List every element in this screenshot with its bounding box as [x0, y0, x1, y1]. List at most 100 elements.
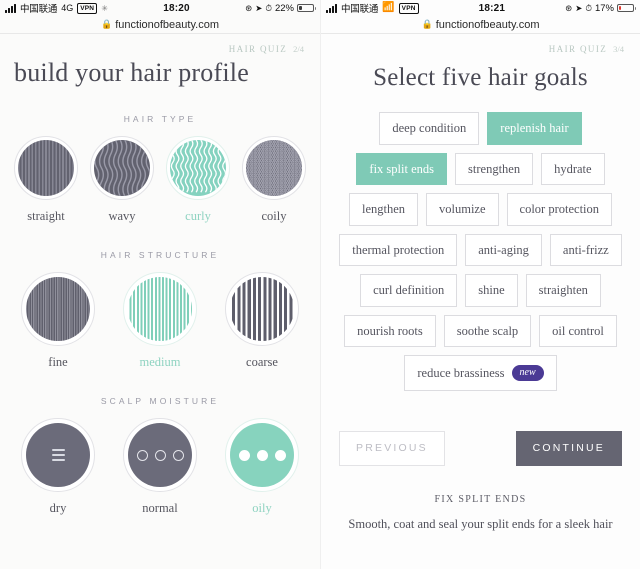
page-content-right: HAIR QUIZ 3/4 Select five hair goals dee… — [321, 34, 640, 569]
filled-dot-1 — [238, 449, 250, 461]
option-group-hair-type: straight wavy curly coily — [14, 136, 306, 224]
goal-chip-reduce-brassiness[interactable]: reduce brassiness new — [404, 355, 557, 391]
status-bar-left: 中国联通 4G VPN ✳ 18:20 ⊛ ➤ ⏱ 22% — [0, 0, 320, 16]
new-badge: new — [511, 365, 544, 381]
goal-chip-shine[interactable]: shine — [465, 274, 518, 307]
goal-chip-color-protection[interactable]: color protection — [506, 193, 613, 226]
goal-chip-hydrate[interactable]: hydrate — [541, 152, 605, 185]
status-bar-right: 中国联通 📶 VPN 18:21 ⊛ ➤ ⏱ 17% — [321, 0, 640, 16]
option-ring-selected — [225, 418, 299, 492]
chip-row: deep condition replenish hair — [335, 112, 626, 145]
option-coily[interactable]: coily — [242, 136, 306, 224]
goal-chip-label: soothe scalp — [456, 323, 519, 338]
filled-dot-2 — [256, 449, 268, 461]
texture-curly-icon — [170, 140, 226, 196]
option-straight[interactable]: straight — [14, 136, 78, 224]
goal-chip-volumize[interactable]: volumize — [426, 193, 499, 226]
footnote-title: FIX SPLIT ENDS — [434, 493, 527, 505]
vpn-badge: VPN — [398, 2, 419, 14]
goal-chip-label: nourish roots — [357, 323, 423, 338]
option-curly[interactable]: curly — [166, 136, 230, 224]
status-clock: 18:21 — [478, 2, 506, 14]
chip-row: reduce brassiness new — [335, 355, 626, 391]
url-domain-label: functionofbeauty.com — [435, 18, 540, 31]
footnote-body: Smooth, coat and seal your split ends fo… — [348, 516, 613, 531]
padlock-icon: 🔒 — [101, 19, 113, 29]
texture-straight-icon — [18, 140, 74, 196]
option-label: wavy — [108, 209, 136, 223]
option-group-scalp-moisture: dry normal oily — [14, 418, 306, 516]
option-label: coily — [261, 209, 287, 223]
option-medium[interactable]: medium — [123, 272, 197, 370]
chip-row: thermal protection anti-aging anti-frizz — [335, 233, 626, 266]
hollow-circle-3 — [172, 449, 184, 461]
texture-wavy-icon — [94, 140, 150, 196]
option-normal[interactable]: normal — [123, 418, 197, 516]
goal-chip-label: color protection — [519, 202, 600, 216]
quiz-progress-right: HAIR QUIZ 3/4 — [335, 34, 626, 54]
texture-fine-icon — [26, 277, 90, 341]
hair-goals-chip-grid: deep condition replenish hair fix split en… — [335, 112, 626, 391]
option-coarse[interactable]: coarse — [225, 272, 299, 370]
goal-chip-label: replenish hair — [500, 121, 569, 135]
scalp-oily-icon — [230, 423, 294, 487]
wavy-lines-svg — [94, 140, 150, 196]
network-type-label: 4G — [61, 3, 74, 13]
option-group-hair-structure: fine medium coarse — [14, 272, 306, 370]
chip-row: curl definition shine straighten — [335, 274, 626, 307]
alarm-clock-icon: ⏱ — [585, 2, 592, 13]
wifi-icon: 📶 — [382, 2, 395, 13]
coily-zigzag-svg — [246, 140, 302, 196]
alarm-clock-icon: ⏱ — [265, 2, 272, 13]
goal-chip-label: curl definition — [373, 283, 445, 297]
activity-spinner-icon: ✳ — [101, 3, 108, 13]
browser-url-bar-right[interactable]: 🔒 functionofbeauty.com — [321, 16, 640, 34]
hollow-circle-2 — [154, 449, 166, 461]
goal-chip-anti-aging[interactable]: anti-aging — [465, 233, 542, 266]
goal-chip-oil-control[interactable]: oil control — [539, 314, 617, 347]
status-clock: 18:20 — [163, 2, 190, 14]
goal-chip-straighten[interactable]: straighten — [525, 274, 601, 307]
goal-chip-fix-split-ends[interactable]: fix split ends — [356, 152, 448, 185]
battery-icon — [617, 3, 636, 13]
orientation-lock-icon: ⊛ — [245, 2, 253, 13]
option-ring — [21, 418, 95, 492]
texture-coily-icon — [246, 140, 302, 196]
option-fine[interactable]: fine — [21, 272, 95, 370]
option-label: fine — [48, 355, 68, 369]
dry-line-1 — [51, 448, 65, 462]
goal-chip-soothe-scalp[interactable]: soothe scalp — [443, 314, 532, 347]
option-oily[interactable]: oily — [225, 418, 299, 516]
goal-chip-label: reduce brassiness — [417, 365, 505, 380]
vpn-badge: VPN — [77, 2, 98, 14]
screen-hair-profile: 中国联通 4G VPN ✳ 18:20 ⊛ ➤ ⏱ 22% 🔒 function… — [0, 0, 320, 569]
goal-chip-thermal-protection[interactable]: thermal protection — [339, 233, 458, 266]
option-wavy[interactable]: wavy — [90, 136, 154, 224]
goal-chip-strengthen[interactable]: strengthen — [455, 152, 534, 185]
previous-button[interactable]: PREVIOUS — [339, 431, 445, 466]
status-left-group: 中国联通 📶 VPN — [326, 1, 419, 15]
browser-url-bar-left[interactable]: 🔒 functionofbeauty.com — [0, 16, 320, 34]
section-title-hair-structure: HAIR STRUCTURE — [100, 250, 220, 260]
oily-dots-group — [230, 423, 294, 487]
scalp-normal-icon — [128, 423, 192, 487]
goal-chip-replenish-hair[interactable]: replenish hair — [487, 112, 582, 145]
option-label: normal — [142, 501, 178, 515]
goal-chip-anti-frizz[interactable]: anti-frizz — [549, 233, 622, 266]
continue-button[interactable]: CONTINUE — [515, 431, 622, 466]
goal-chip-nourish-roots[interactable]: nourish roots — [344, 314, 436, 347]
option-label: medium — [139, 355, 181, 369]
option-ring — [14, 136, 78, 200]
option-label: coarse — [246, 355, 278, 369]
status-right-group: ⊛ ➤ ⏱ 17% — [565, 2, 636, 14]
quiz-label: HAIR QUIZ — [548, 44, 608, 54]
wizard-nav-row: PREVIOUS CONTINUE — [335, 431, 626, 466]
goal-chip-label: fix split ends — [369, 161, 435, 176]
option-dry[interactable]: dry — [21, 418, 95, 516]
goal-chip-lengthen[interactable]: lengthen — [348, 193, 419, 226]
dual-screenshot-container: 中国联通 4G VPN ✳ 18:20 ⊛ ➤ ⏱ 22% 🔒 function… — [0, 0, 640, 569]
goal-chip-deep-condition[interactable]: deep condition — [379, 112, 480, 145]
goal-chip-curl-definition[interactable]: curl definition — [360, 274, 458, 307]
location-arrow-icon: ➤ — [255, 2, 263, 13]
curly-lines-svg — [170, 140, 226, 193]
